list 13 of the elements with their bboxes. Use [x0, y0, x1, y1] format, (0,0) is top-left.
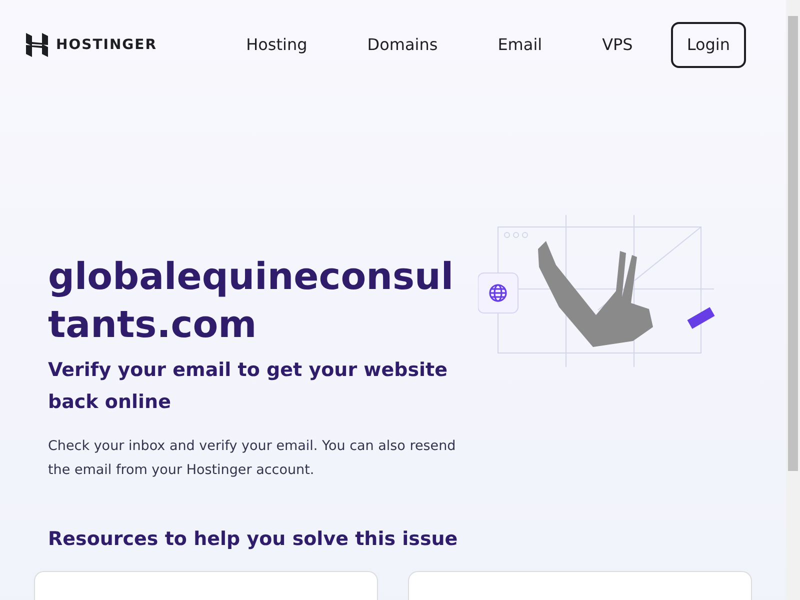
hero-text: Check your inbox and verify your email. You can also resend the email from your Hostinger account. [48, 436, 457, 480]
nav-link[interactable]: Hosting [246, 33, 308, 57]
domain-title: globalequineconsultants.com [48, 254, 455, 348]
globe-icon [478, 272, 518, 314]
nav-link[interactable]: VPS [602, 33, 633, 57]
logo-text: HOSTINGER [56, 36, 158, 54]
logo-icon [26, 33, 48, 57]
hero-heading: Verify your email to get your website back online [48, 358, 449, 415]
scrollbar[interactable] [786, 0, 800, 600]
resources-title: Resources to help you solve this issue [47, 528, 459, 552]
login-button[interactable]: Login [670, 22, 746, 68]
nav-link[interactable]: Email [498, 33, 542, 57]
nav-link[interactable]: Domains [367, 33, 438, 57]
